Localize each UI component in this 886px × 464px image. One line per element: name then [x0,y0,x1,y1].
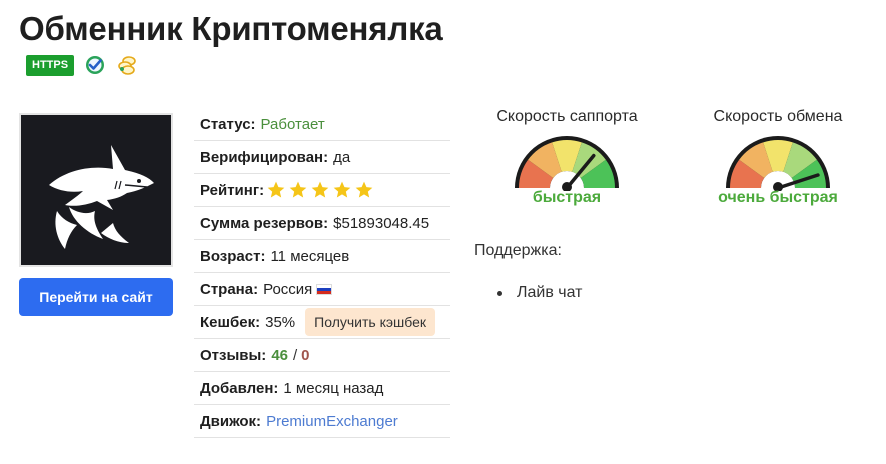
cashback-value: 35% [265,313,296,331]
engine-label: Движок: [200,412,262,430]
exchanger-logo [19,113,173,267]
engine-link[interactable]: PremiumExchanger [266,413,398,430]
cashback-label: Кешбек: [200,313,261,331]
exchange-speed-title: Скорость обмена [713,108,843,125]
country-label: Страна: [200,280,259,298]
status-label: Статус: [200,115,256,133]
info-row-rating: Рейтинг: [194,174,450,207]
info-table: Статус: Работает Верифицирован: да Рейти… [194,108,450,438]
star-icon [267,181,285,198]
exchange-speed-gauge: Скорость обмена очень быстрая [698,108,858,207]
page-title: Обменник Криптоменялка [19,10,443,47]
star-icon [311,181,329,198]
badge-row: HTTPS [26,54,138,76]
info-row-reserves: Сумма резервов: $51893048.45 [194,207,450,240]
verified-label: Верифицирован: [200,148,329,166]
reviews-label: Отзывы: [200,346,267,364]
exchange-speed-value: очень быстрая [718,189,838,206]
bullet-icon [497,290,502,296]
speedometer-icon [515,136,619,191]
support-speed-title: Скорость саппорта [496,108,638,125]
star-icon [289,181,307,198]
verified-value: да [333,148,351,166]
added-label: Добавлен: [200,379,279,397]
rating-label: Рейтинг: [200,181,265,199]
reserves-label: Сумма резервов: [200,214,329,232]
shark-logo-icon [49,145,154,249]
reserves-value: $51893048.45 [333,214,430,232]
get-cashback-button[interactable]: Получить кэшбек [305,308,436,336]
status-value: Работает [260,115,325,133]
reviews-separator: / [293,346,298,364]
country-value: Россия [263,280,313,298]
support-list: Лайв чат [497,284,583,302]
age-value: 11 месяцев [270,247,350,265]
reviews-negative-link[interactable]: 0 [301,347,309,364]
info-row-verified: Верифицирован: да [194,141,450,174]
star-icon [333,181,351,198]
age-label: Возраст: [200,247,266,265]
support-speed-gauge: Скорость саппорта быстрая [487,108,647,207]
russia-flag-icon [316,283,333,295]
go-to-site-button[interactable]: Перейти на сайт [19,278,173,316]
info-row-added: Добавлен: 1 месяц назад [194,372,450,405]
info-row-cashback: Кешбек: 35% Получить кэшбек [194,306,450,339]
support-title: Поддержка: [474,242,562,259]
info-row-country: Страна: Россия [194,273,450,306]
coins-icon [116,54,138,76]
star-icon [355,181,373,198]
verified-check-icon [84,54,106,76]
support-item: Лайв чат [497,284,583,302]
info-row-age: Возраст: 11 месяцев [194,240,450,273]
info-row-status: Статус: Работает [194,108,450,141]
support-item-label: Лайв чат [517,284,583,301]
support-speed-value: быстрая [532,189,602,206]
added-value: 1 месяц назад [283,379,384,397]
speedometer-icon [726,136,830,191]
rating-stars [266,180,374,200]
info-row-reviews: Отзывы: 46 / 0 [194,339,450,372]
info-row-engine: Движок: PremiumExchanger [194,405,450,438]
reviews-positive-link[interactable]: 46 [271,347,288,364]
https-badge: HTTPS [26,54,75,76]
